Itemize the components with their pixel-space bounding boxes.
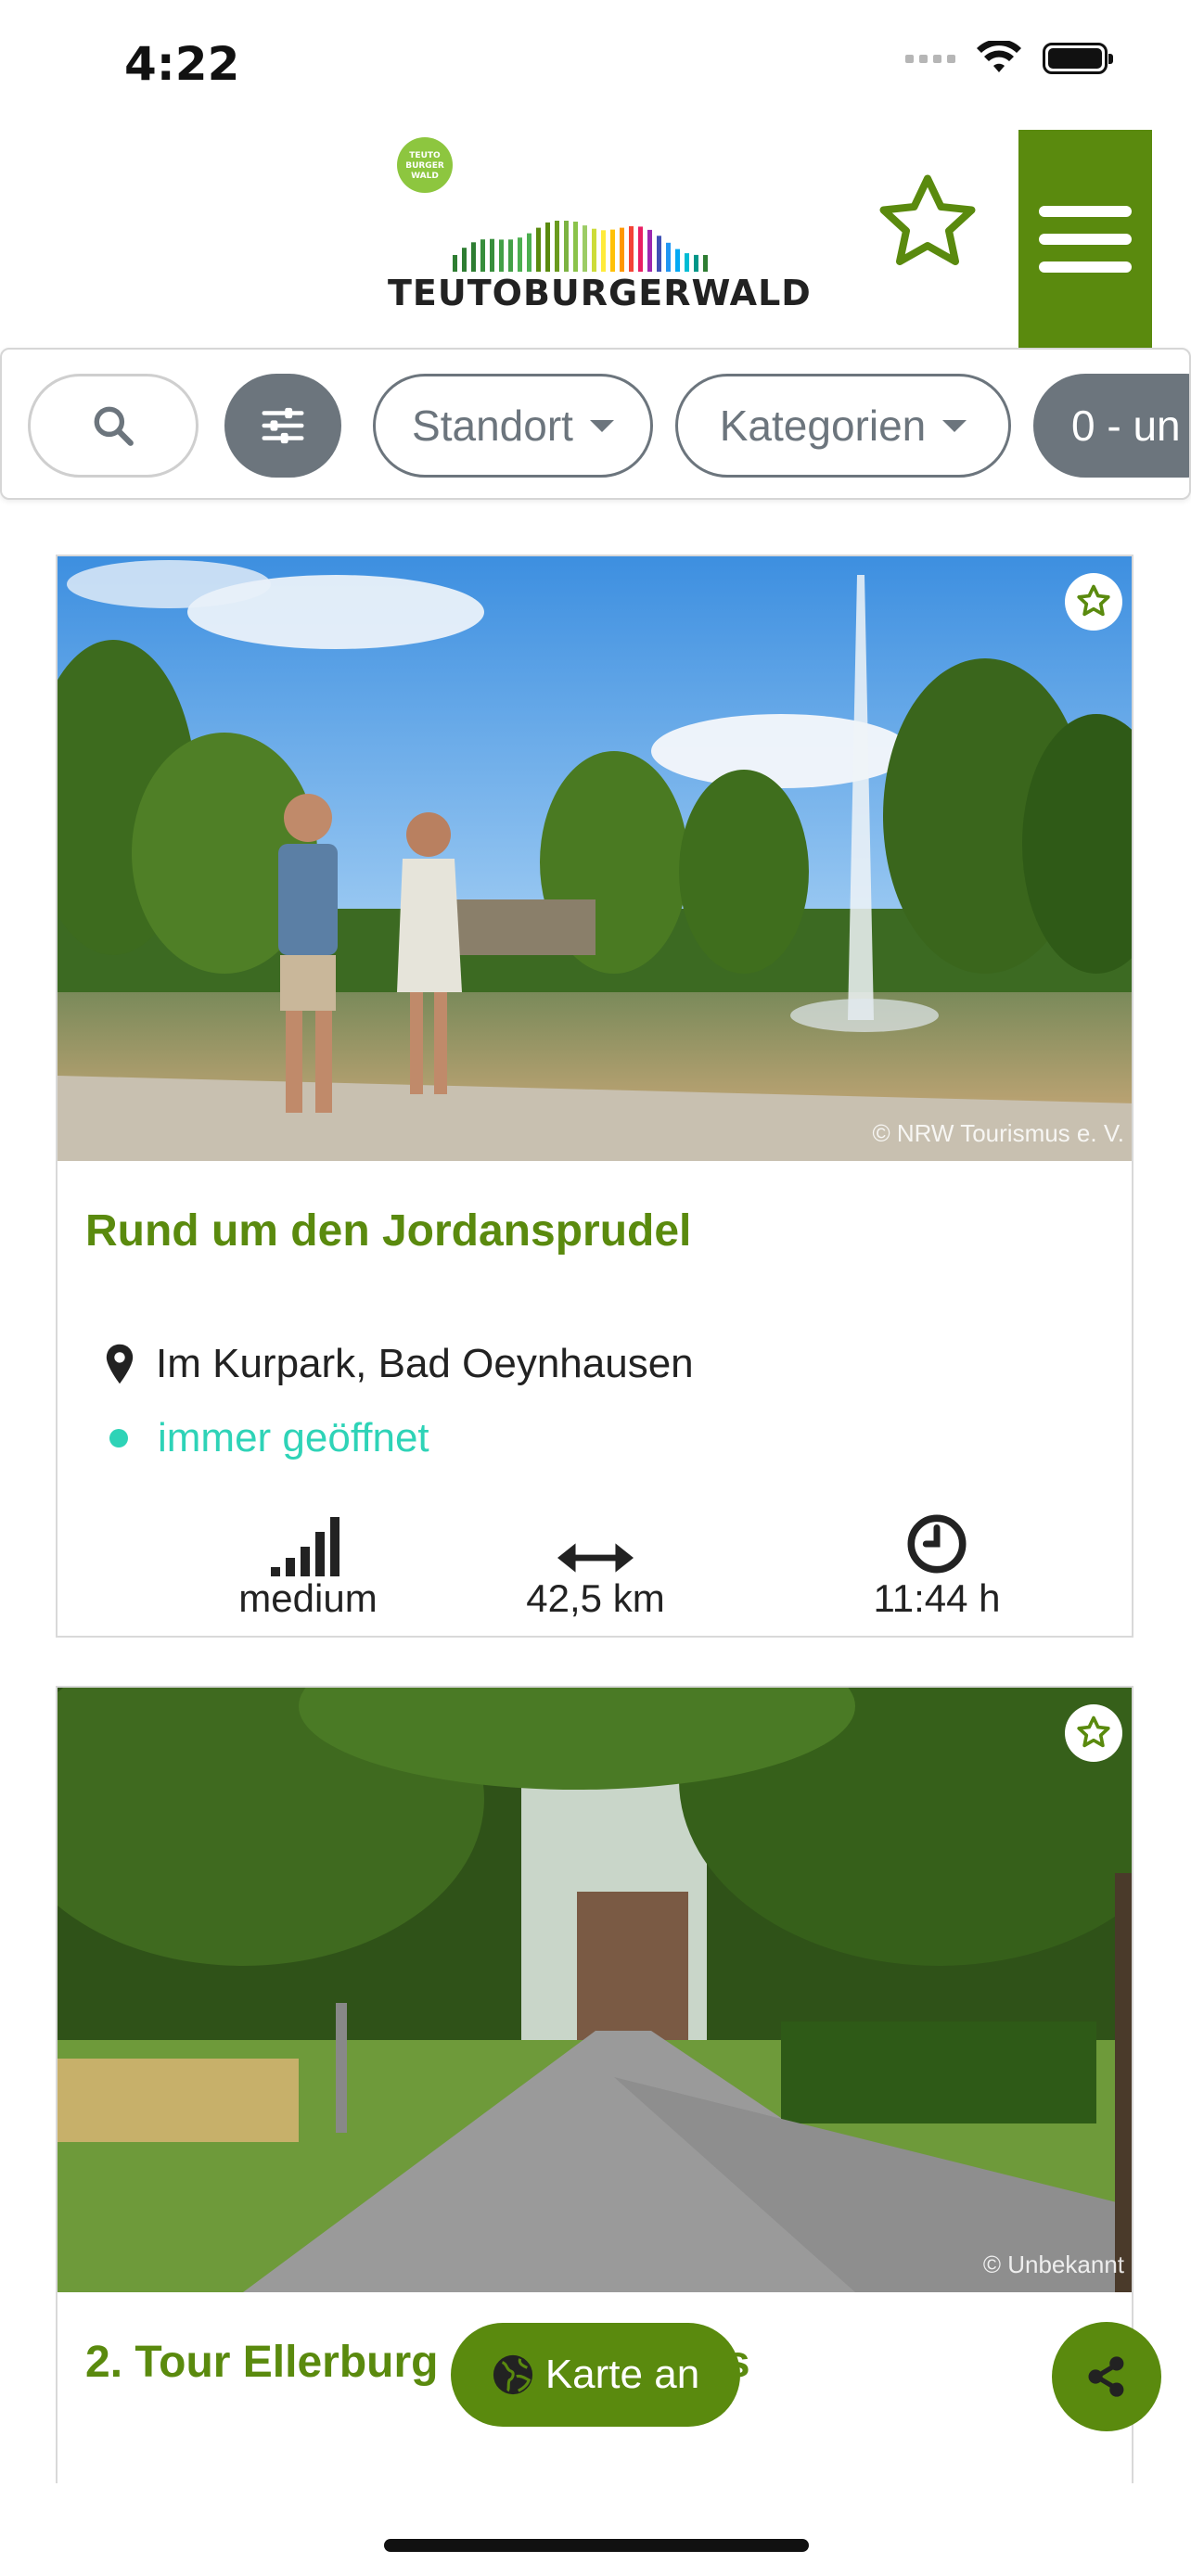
clock-icon: [907, 1514, 967, 1574]
logo-bar: [666, 242, 671, 272]
wifi-icon: [977, 41, 1021, 72]
logo-bar: [675, 249, 680, 272]
add-favorite-button[interactable]: [1065, 573, 1122, 631]
app-header: TEUTO BURGER WALD TEUTOBURGERWALD: [0, 130, 1191, 348]
logo-bar: [601, 230, 606, 272]
horizontal-arrows-icon: [557, 1543, 634, 1573]
photo-credit: © NRW Tourismus e. V.: [872, 1119, 1124, 1147]
tour-title[interactable]: Rund um den Jordansprudel: [85, 1205, 691, 1256]
tour-photo: © Unbekannt: [58, 1688, 1132, 2292]
show-map-button[interactable]: Karte an: [451, 2323, 740, 2427]
logo-bar: [480, 239, 485, 272]
distance-stat: 42,5 km: [447, 1511, 744, 1621]
star-outline-icon: [1077, 584, 1110, 617]
range-filter-chip[interactable]: 0 - un: [1033, 374, 1189, 478]
logo-bar: [499, 239, 504, 272]
tour-card[interactable]: © NRW Tourismus e. V. Rund um den Jordan…: [56, 555, 1133, 1638]
hamburger-icon: [1039, 206, 1132, 217]
sliders-icon: [262, 407, 304, 444]
favorites-button[interactable]: [872, 167, 983, 278]
logo-bar: [508, 239, 513, 272]
logo-bar: [620, 227, 624, 272]
battery-icon: [1043, 43, 1113, 74]
duration-stat: 11:44 h: [788, 1511, 1085, 1621]
status-bar: 4:22: [0, 0, 1191, 130]
share-button[interactable]: [1052, 2322, 1161, 2431]
filter-settings-button[interactable]: [224, 374, 341, 478]
duration-value: 11:44 h: [873, 1576, 1001, 1620]
logo-badge: TEUTO BURGER WALD: [397, 137, 453, 193]
logo-bar: [703, 255, 708, 272]
search-button[interactable]: [28, 374, 198, 478]
logo-bar: [490, 238, 494, 272]
logo-bar: [647, 229, 652, 272]
range-filter-label: 0 - un: [1071, 402, 1181, 450]
teutoburgerwald-logo[interactable]: TEUTO BURGER WALD TEUTOBURGERWALD: [388, 137, 812, 313]
tree-lined-road-image: [58, 1688, 1132, 2292]
logo-bar: [453, 255, 457, 272]
logo-text: TEUTOBURGERWALD: [388, 273, 812, 313]
logo-bar: [471, 242, 476, 272]
home-indicator[interactable]: [384, 2539, 809, 2552]
share-icon: [1088, 2356, 1124, 2397]
park-fountain-image: [58, 556, 1132, 1161]
opening-status-text: immer geöffnet: [158, 1415, 429, 1460]
star-outline-icon: [1077, 1715, 1110, 1748]
logo-bar: [685, 253, 689, 272]
add-favorite-button[interactable]: [1065, 1704, 1122, 1762]
globe-icon: [493, 2354, 532, 2395]
logo-rainbow-bars: [453, 221, 708, 272]
logo-bar: [536, 227, 541, 272]
location-dropdown-label: Standort: [412, 402, 573, 450]
logo-bar: [518, 237, 522, 272]
difficulty-stat: medium: [160, 1511, 456, 1621]
logo-bar: [657, 236, 661, 272]
logo-bar: [592, 228, 596, 272]
filter-bar: Standort Kategorien 0 - un: [0, 348, 1191, 500]
categories-dropdown[interactable]: Kategorien: [675, 374, 1011, 478]
search-icon: [94, 406, 134, 446]
menu-button[interactable]: [1018, 130, 1152, 348]
status-time: 4:22: [124, 37, 240, 91]
opening-status: immer geöffnet: [104, 1415, 429, 1461]
distance-value: 42,5 km: [526, 1576, 665, 1620]
photo-credit: © Unbekannt: [982, 2251, 1124, 2278]
logo-bar: [638, 226, 643, 272]
logo-bar: [564, 221, 569, 272]
logo-bar: [573, 222, 578, 272]
signal-bars-icon: [271, 1517, 339, 1576]
logo-bar: [583, 225, 587, 272]
tour-location-text: Im Kurpark, Bad Oeynhausen: [156, 1341, 694, 1386]
caret-down-icon: [942, 419, 967, 432]
difficulty-value: medium: [238, 1576, 378, 1620]
logo-bar: [555, 221, 559, 272]
status-dot: [109, 1429, 128, 1447]
logo-bar: [610, 229, 615, 272]
cellular-signal-icon: [905, 54, 955, 63]
tour-photo: © NRW Tourismus e. V.: [58, 556, 1132, 1161]
logo-bar: [462, 248, 467, 272]
categories-dropdown-label: Kategorien: [719, 402, 927, 450]
star-outline-icon: [879, 174, 976, 265]
logo-bar: [629, 225, 634, 272]
map-pin-icon: [106, 1344, 134, 1384]
logo-bar: [527, 233, 531, 272]
tour-location: Im Kurpark, Bad Oeynhausen: [104, 1341, 694, 1387]
location-dropdown[interactable]: Standort: [373, 374, 653, 478]
logo-bar: [694, 254, 698, 272]
caret-down-icon: [589, 419, 614, 432]
logo-bar: [545, 222, 550, 272]
show-map-label: Karte an: [544, 2352, 700, 2397]
